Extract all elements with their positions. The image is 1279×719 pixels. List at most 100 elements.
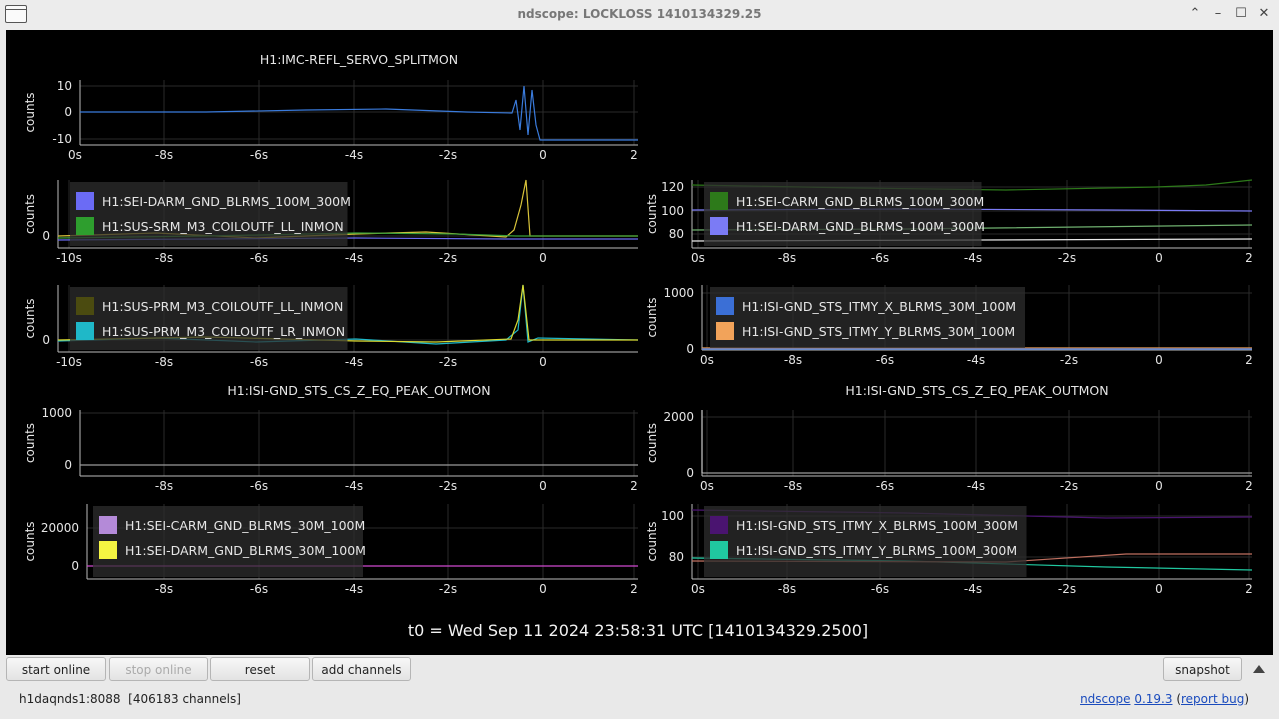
x-tick-label: -6s — [871, 251, 889, 265]
x-tick-label: -4s — [345, 148, 363, 162]
x-tick-label: -8s — [778, 582, 796, 596]
legend-entry: H1:ISI-GND_STS_ITMY_Y_BLRMS_30M_100M — [742, 324, 1015, 339]
x-tick-label: -2s — [1058, 251, 1076, 265]
y-tick-label: 100 — [661, 509, 684, 523]
x-tick-label: 0s — [68, 148, 82, 162]
x-tick-label: -8s — [155, 148, 173, 162]
reset-button[interactable]: reset — [210, 657, 310, 681]
legend-swatch — [716, 297, 734, 315]
close-icon[interactable]: ✕ — [1255, 5, 1273, 23]
y-tick-label: 10 — [57, 79, 72, 93]
maximize-icon[interactable]: ☐ — [1232, 5, 1250, 23]
x-tick-label: 2 — [630, 582, 638, 596]
x-tick-label: -4s — [964, 251, 982, 265]
x-tick-label: -6s — [871, 582, 889, 596]
y-axis-label: counts — [645, 521, 659, 561]
t0-label: t0 = Wed Sep 11 2024 23:58:31 UTC [14101… — [408, 621, 868, 640]
x-tick-label: 0 — [1155, 582, 1163, 596]
x-tick-label: 0 — [539, 582, 547, 596]
plot-panel-5: 1000 0 0s -8s -6s -4s -2s 0 2 counts H1:ISI-GND_ST… — [645, 285, 1253, 367]
y-axis-label: counts — [645, 423, 659, 463]
x-tick-label: -8s — [155, 251, 173, 265]
x-tick-label: -2s — [1058, 582, 1076, 596]
legend-swatch — [76, 322, 94, 340]
x-tick-label: 0 — [539, 251, 547, 265]
x-tick-label: -6s — [876, 479, 894, 493]
plot-panel-9: 100 80 0s -8s -6s -4s -2s 0 2 counts H1:ISI-GND_ST… — [645, 504, 1253, 596]
x-tick-label: 0 — [539, 148, 547, 162]
y-tick-label: 20000 — [41, 521, 79, 535]
x-tick-label: -8s — [778, 251, 796, 265]
y-tick-label: 2000 — [663, 410, 694, 424]
y-tick-label: 0 — [42, 229, 50, 243]
plot-title: H1:IMC-REFL_SERVO_SPLITMON — [260, 52, 458, 67]
legend-swatch — [710, 516, 728, 534]
x-tick-label: -4s — [345, 479, 363, 493]
plots-canvas[interactable]: 100-100s -8s -6s -4s -2s 0 2countsH1:IMC-REFL_… — [6, 30, 1273, 655]
y-tick-label: -10 — [52, 132, 72, 146]
x-tick-label: -8s — [155, 355, 173, 369]
x-tick-label: 0s — [691, 251, 705, 265]
y-tick-label: 0 — [71, 559, 79, 573]
add-channels-button[interactable]: add channels — [312, 657, 411, 681]
x-tick-label: -6s — [250, 479, 268, 493]
plot-panel-1: 10 0 -10 0s -8s -6s -4s -2s 0 2 counts H1:IMC-REFL_… — [23, 52, 638, 162]
legend-swatch — [716, 322, 734, 340]
bottom-toolbar: start online stop online reset add chann… — [0, 655, 1279, 719]
expand-panel-icon[interactable] — [1253, 665, 1265, 673]
x-tick-label: -4s — [967, 353, 985, 367]
shade-icon[interactable]: ⌃ — [1186, 5, 1204, 23]
minimize-icon[interactable]: – — [1209, 5, 1227, 23]
x-tick-label: -10s — [56, 355, 82, 369]
x-tick-label: 0s — [691, 582, 705, 596]
x-tick-label: -8s — [784, 353, 802, 367]
version-link[interactable]: 0.19.3 — [1134, 692, 1172, 706]
x-tick-label: -4s — [345, 251, 363, 265]
x-tick-label: 0 — [1155, 479, 1163, 493]
x-tick-label: -8s — [155, 479, 173, 493]
y-tick-label: 0 — [42, 333, 50, 347]
x-tick-label: -2s — [439, 582, 457, 596]
plot-panel-6: 1000 0 -8s -6s -4s -2s 0 2 counts H1:ISI-GND_STS_… — [23, 383, 638, 493]
x-tick-label: -4s — [964, 582, 982, 596]
stop-online-button[interactable]: stop online — [109, 657, 208, 681]
x-tick-label: 2 — [630, 479, 638, 493]
y-tick-label: 100 — [661, 204, 684, 218]
y-tick-label: 1000 — [41, 406, 72, 420]
x-tick-label: -8s — [155, 582, 173, 596]
start-online-button[interactable]: start online — [6, 657, 106, 681]
x-tick-label: 2 — [1245, 582, 1253, 596]
legend-box — [70, 182, 348, 246]
legend-entry: H1:SUS-PRM_M3_COILOUTF_LR_INMON — [102, 324, 345, 339]
legend-entry: H1:SUS-PRM_M3_COILOUTF_LL_INMON — [102, 299, 343, 314]
snapshot-button[interactable]: snapshot — [1163, 657, 1242, 681]
legend-entry: H1:SEI-CARM_GND_BLRMS_30M_100M — [125, 518, 365, 533]
legend-swatch — [76, 297, 94, 315]
x-tick-label: -2s — [1060, 479, 1078, 493]
report-bug-link[interactable]: report bug — [1181, 692, 1244, 706]
x-tick-label: -6s — [250, 582, 268, 596]
legend-box — [704, 506, 1027, 577]
plot-title: H1:ISI-GND_STS_CS_Z_EQ_PEAK_OUTMON — [845, 383, 1108, 398]
y-tick-label: 80 — [669, 227, 684, 241]
plot-panel-2: 0 -10s -8s -6s -4s -2s 0 counts H1:SEI-DARM_GND_… — [23, 179, 638, 265]
legend-swatch — [76, 217, 94, 235]
y-tick-label: 0 — [64, 458, 72, 472]
y-tick-label: 120 — [661, 180, 684, 194]
window-titlebar: ndscope: LOCKLOSS 1410134329.25 ⌃ – ☐ ✕ — [0, 0, 1279, 30]
x-tick-label: 0 — [1155, 353, 1163, 367]
y-tick-label: 0 — [64, 105, 72, 119]
y-tick-label: 1000 — [663, 286, 694, 300]
legend-swatch — [710, 541, 728, 559]
y-axis-label: counts — [645, 194, 659, 234]
plot-grid[interactable]: 10 0 -10 0s -8s -6s -4s -2s 0 2 counts H1:IMC-REFL_… — [6, 30, 1273, 655]
plot-panel-8: 20000 0 -8s -6s -4s -2s 0 2 counts H1:SEI-CARM_GN… — [23, 504, 638, 596]
x-tick-label: -8s — [784, 479, 802, 493]
plot-panel-3: 120 100 80 0s -8s -6s -4s -2s 0 2 counts H1:SEI-CAR… — [645, 179, 1253, 265]
x-tick-label: 2 — [1245, 251, 1253, 265]
x-tick-label: -2s — [439, 355, 457, 369]
plot-title: H1:ISI-GND_STS_CS_Z_EQ_PEAK_OUTMON — [227, 383, 490, 398]
app-link[interactable]: ndscope — [1080, 692, 1130, 706]
y-tick-label: 0 — [686, 342, 694, 356]
y-tick-label: 80 — [669, 550, 684, 564]
